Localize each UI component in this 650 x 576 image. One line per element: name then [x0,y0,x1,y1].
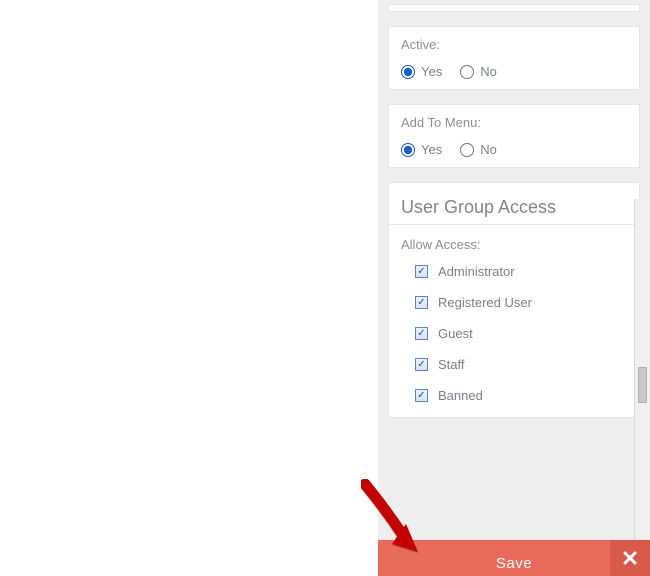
active-no-option[interactable]: No [460,64,497,79]
user-group-access-title: User Group Access [401,197,627,218]
close-button[interactable] [610,540,650,576]
save-button[interactable]: Save [378,540,650,576]
active-panel: Active: Yes No [388,26,640,90]
add-to-menu-yes-option[interactable]: Yes [401,142,442,157]
active-yes-option[interactable]: Yes [401,64,442,79]
group-label: Registered User [438,295,532,310]
add-to-menu-no-option[interactable]: No [460,142,497,157]
save-button-label: Save [496,555,532,572]
group-label: Guest [438,326,473,341]
active-label: Active: [401,37,627,52]
close-icon [623,551,637,565]
add-to-menu-no-label: No [480,142,497,157]
active-radio-group: Yes No [401,64,627,79]
group-label: Administrator [438,264,515,279]
group-administrator[interactable]: ✓ Administrator [415,264,627,279]
add-to-menu-panel: Add To Menu: Yes No [388,104,640,168]
active-no-label: No [480,64,497,79]
active-no-radio[interactable] [460,65,474,79]
active-yes-label: Yes [421,64,442,79]
checkbox-icon[interactable]: ✓ [415,358,428,371]
add-to-menu-radio-group: Yes No [401,142,627,157]
add-to-menu-no-radio[interactable] [460,143,474,157]
group-label: Staff [438,357,465,372]
add-to-menu-label: Add To Menu: [401,115,627,130]
allow-access-label: Allow Access: [401,237,627,252]
checkbox-icon[interactable]: ✓ [415,327,428,340]
scrollbar-thumb[interactable] [638,367,647,403]
group-guest[interactable]: ✓ Guest [415,326,627,341]
add-to-menu-yes-label: Yes [421,142,442,157]
scrollbar[interactable] [634,199,650,539]
divider [389,224,639,225]
checkbox-icon[interactable]: ✓ [415,265,428,278]
panel-cutoff-top [388,4,640,12]
settings-sidebar: Active: Yes No Add To Menu: Yes No [378,0,650,576]
group-registered-user[interactable]: ✓ Registered User [415,295,627,310]
user-group-list: ✓ Administrator ✓ Registered User ✓ Gues… [401,264,627,403]
group-banned[interactable]: ✓ Banned [415,388,627,403]
group-label: Banned [438,388,483,403]
active-yes-radio[interactable] [401,65,415,79]
checkbox-icon[interactable]: ✓ [415,296,428,309]
user-group-access-panel: User Group Access Allow Access: ✓ Admini… [388,182,640,418]
group-staff[interactable]: ✓ Staff [415,357,627,372]
add-to-menu-yes-radio[interactable] [401,143,415,157]
checkbox-icon[interactable]: ✓ [415,389,428,402]
